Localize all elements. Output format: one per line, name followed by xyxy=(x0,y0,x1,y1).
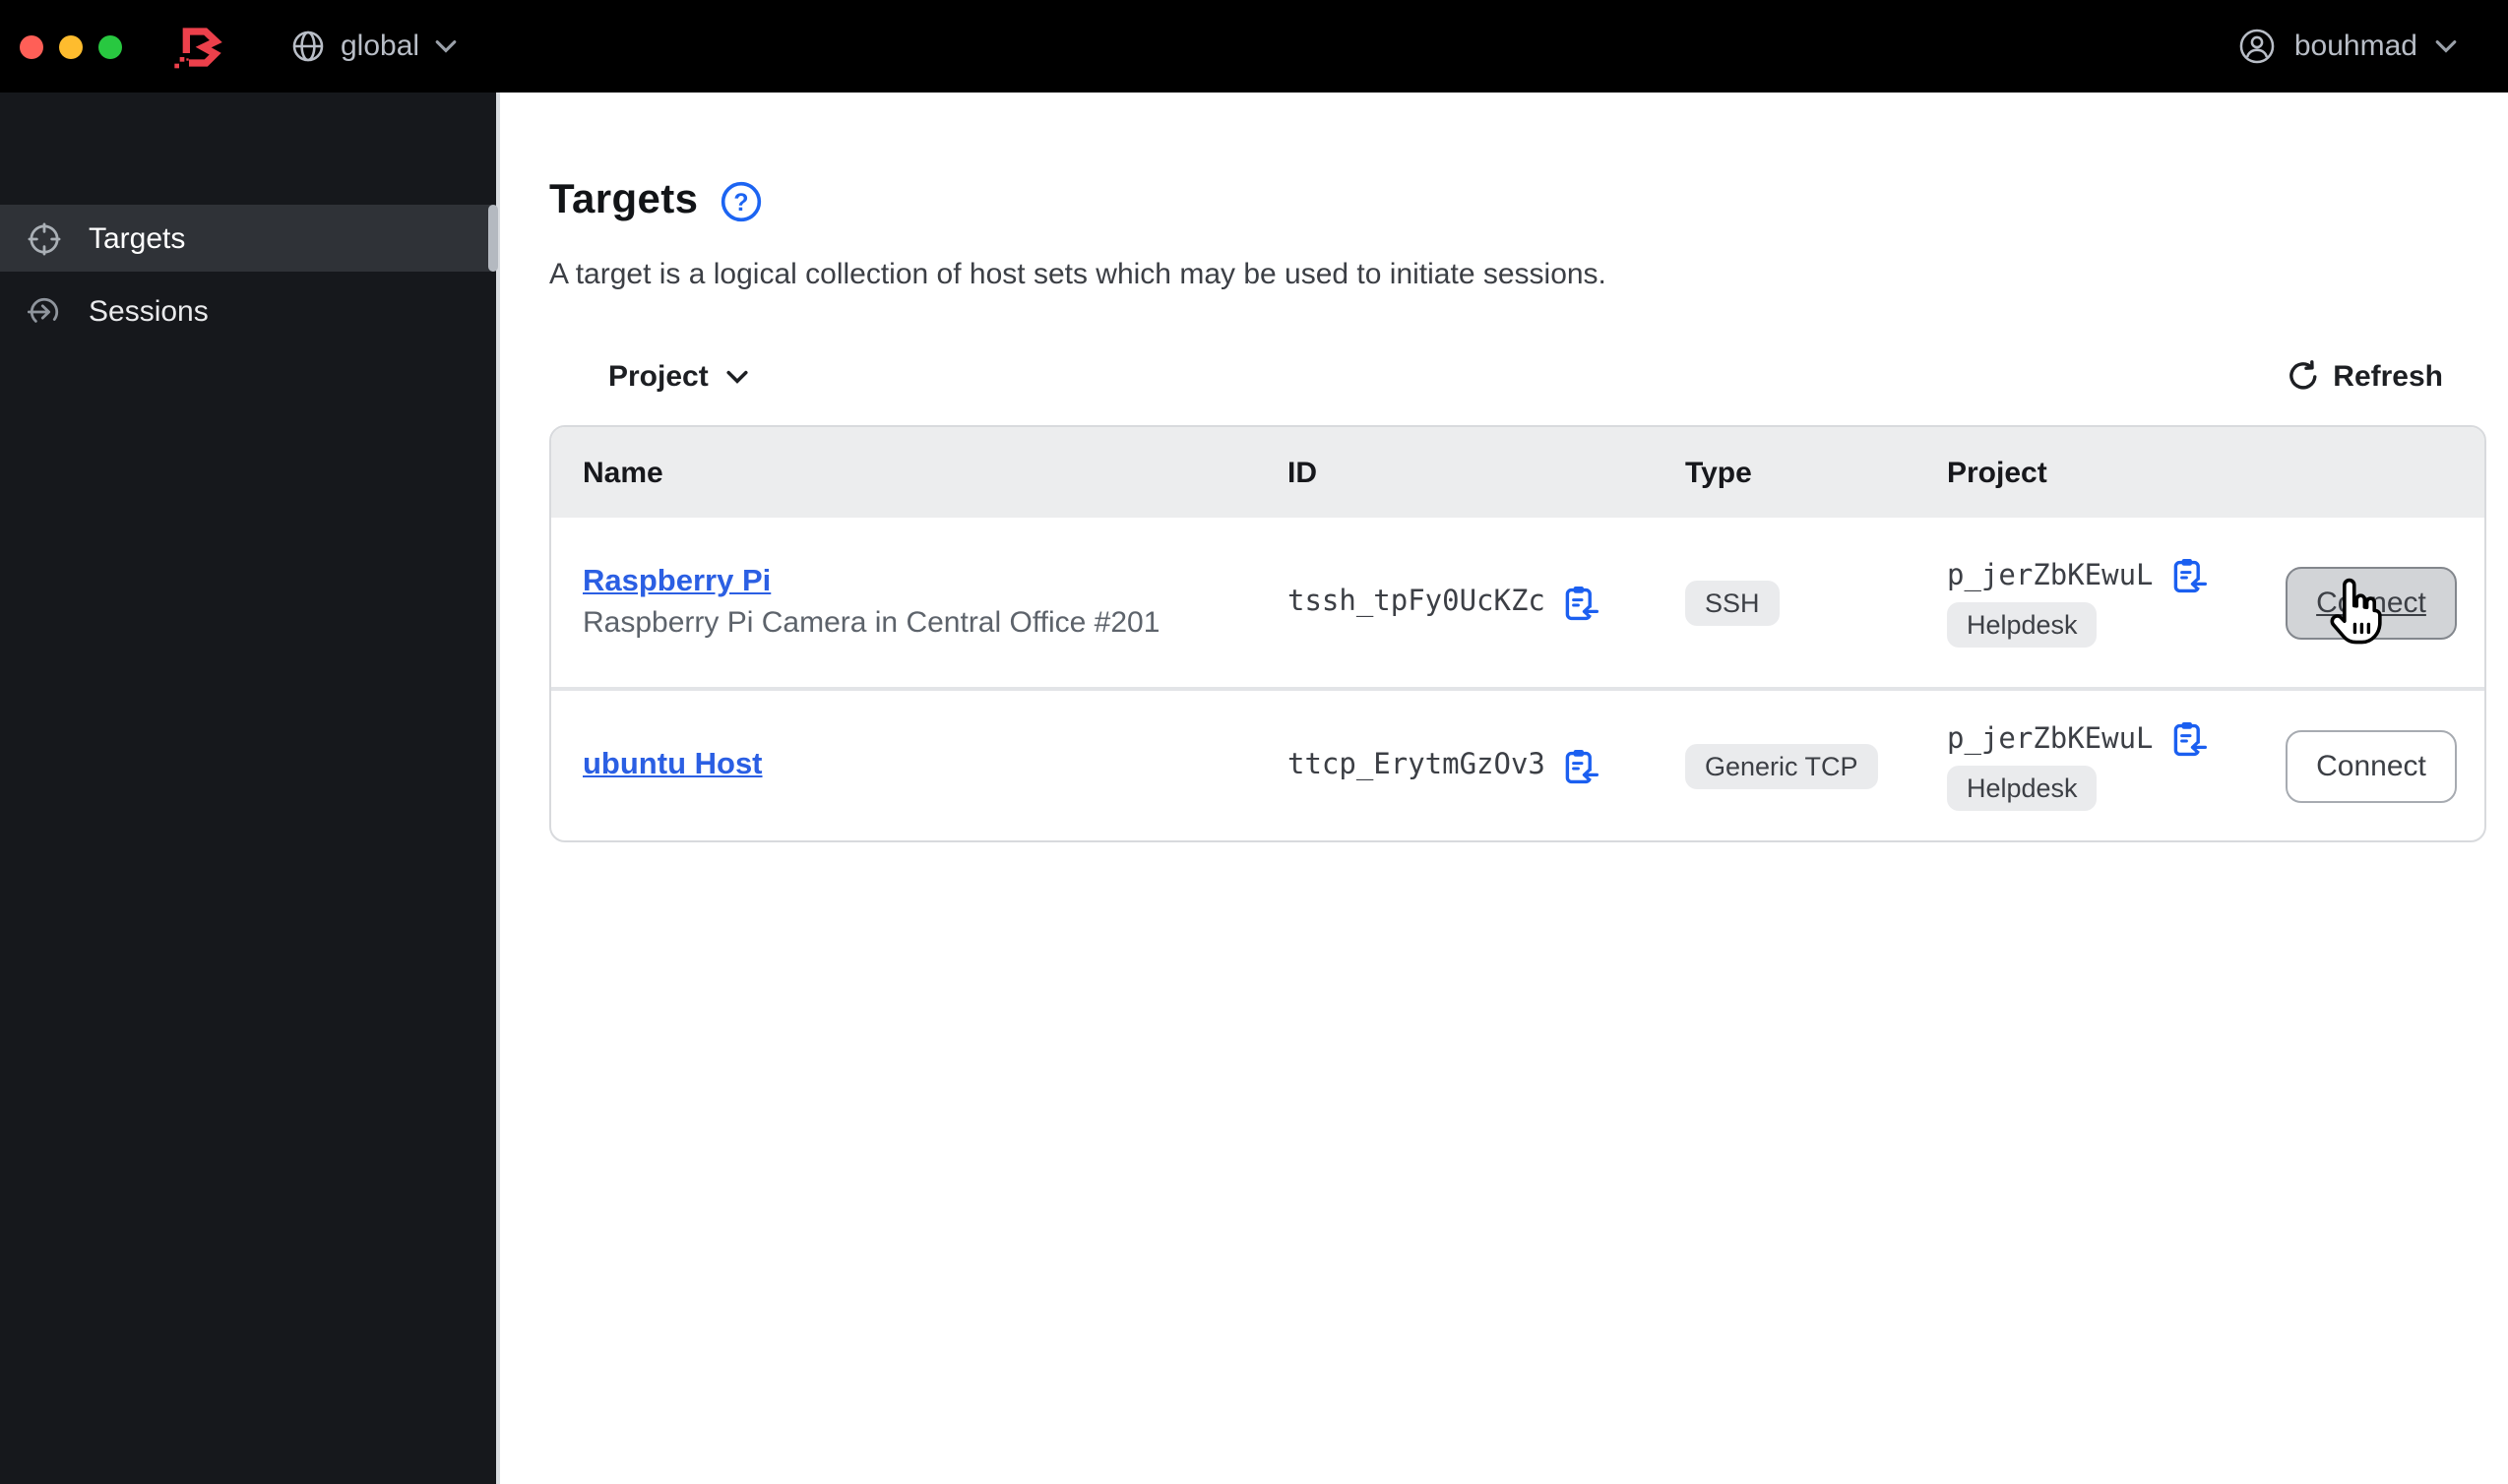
user-icon xyxy=(2240,29,2276,64)
sidebar-item-label: Targets xyxy=(89,221,186,255)
user-label: bouhmad xyxy=(2293,30,2417,63)
user-menu[interactable]: bouhmad xyxy=(2239,28,2457,65)
chevron-down-icon xyxy=(435,40,457,53)
table-row: Raspberry Pi Raspberry Pi Camera in Cent… xyxy=(551,518,2484,689)
sidebar: Targets Sessions xyxy=(0,93,500,1484)
targets-table: Name ID Type Project Raspberry Pi Raspbe… xyxy=(549,425,2486,842)
page-description: A target is a logical collection of host… xyxy=(549,258,1606,291)
copy-icon[interactable] xyxy=(1561,747,1599,784)
copy-icon[interactable] xyxy=(2169,557,2207,594)
type-cell: SSH xyxy=(1654,580,1915,625)
id-cell: tssh_tpFy0UcKZc xyxy=(1256,584,1654,621)
column-header-type: Type xyxy=(1685,456,1752,489)
refresh-button[interactable]: Refresh xyxy=(2288,359,2443,393)
connect-button[interactable]: Connect xyxy=(2286,729,2457,802)
sidebar-item-targets[interactable]: Targets xyxy=(0,205,496,272)
project-cell: p_jerZbKEwuL Helpdesk xyxy=(1915,557,2254,648)
target-description: Raspberry Pi Camera in Central Office #2… xyxy=(583,606,1160,640)
project-name-badge: Helpdesk xyxy=(1947,602,2098,648)
scope-label: global xyxy=(341,30,420,63)
chevron-down-icon xyxy=(726,369,748,383)
refresh-icon xyxy=(2289,360,2317,390)
table-row: ubuntu Host ttcp_ErytmGzOv3 Generic TCP xyxy=(551,689,2484,840)
app-window: global bouhmad Targets Sessions Targets … xyxy=(0,0,2508,1484)
page-title: Targets xyxy=(549,177,699,222)
scope-switcher[interactable]: global xyxy=(291,30,457,63)
id-cell: ttcp_ErytmGzOv3 xyxy=(1256,747,1654,784)
sidebar-item-label: Sessions xyxy=(89,294,209,328)
refresh-label: Refresh xyxy=(2333,359,2443,393)
column-header-id: ID xyxy=(1287,456,1317,489)
svg-text:?: ? xyxy=(733,189,748,216)
project-filter-dropdown[interactable]: Project xyxy=(608,359,748,393)
help-icon[interactable]: ? xyxy=(720,180,761,221)
project-id: p_jerZbKEwuL xyxy=(1947,723,2154,755)
sidebar-scrollbar-thumb[interactable] xyxy=(488,205,498,272)
target-id: ttcp_ErytmGzOv3 xyxy=(1287,750,1545,781)
project-id: p_jerZbKEwuL xyxy=(1947,560,2154,591)
target-icon xyxy=(28,221,61,255)
chevron-down-icon xyxy=(2435,40,2457,53)
page-header: Targets ? xyxy=(549,177,2486,224)
type-badge: SSH xyxy=(1685,580,1780,625)
sidebar-nav: Targets Sessions xyxy=(0,93,496,344)
copy-icon[interactable] xyxy=(2169,720,2207,758)
main-content: Targets ? A target is a logical collecti… xyxy=(500,93,2508,1484)
titlebar: global bouhmad xyxy=(0,0,2508,93)
zoom-button[interactable] xyxy=(98,34,122,58)
type-cell: Generic TCP xyxy=(1654,743,1915,788)
minimize-button[interactable] xyxy=(59,34,83,58)
name-cell: Raspberry Pi Raspberry Pi Camera in Cent… xyxy=(551,565,1256,640)
column-header-project: Project xyxy=(1947,456,2047,489)
copy-icon[interactable] xyxy=(1561,584,1599,621)
toolbar: Project Refresh xyxy=(549,354,2486,398)
connect-button[interactable]: Connect xyxy=(2286,566,2457,639)
action-cell: Connect xyxy=(2254,566,2484,639)
entry-icon xyxy=(28,296,59,326)
name-cell: ubuntu Host xyxy=(551,748,1256,783)
project-filter-label: Project xyxy=(608,359,709,393)
globe-icon xyxy=(292,31,324,62)
target-id: tssh_tpFy0UcKZc xyxy=(1287,587,1545,618)
boundary-logo-icon xyxy=(174,27,222,68)
window-controls xyxy=(20,34,122,58)
column-header-name: Name xyxy=(583,456,663,489)
sidebar-item-sessions[interactable]: Sessions xyxy=(0,278,496,344)
type-badge: Generic TCP xyxy=(1685,743,1878,788)
action-cell: Connect xyxy=(2254,729,2484,802)
project-name-badge: Helpdesk xyxy=(1947,766,2098,811)
close-button[interactable] xyxy=(20,34,43,58)
project-cell: p_jerZbKEwuL Helpdesk xyxy=(1915,720,2254,811)
table-header-row: Name ID Type Project xyxy=(551,427,2484,518)
target-name-link[interactable]: Raspberry Pi xyxy=(583,565,771,600)
target-name-link[interactable]: ubuntu Host xyxy=(583,748,763,783)
